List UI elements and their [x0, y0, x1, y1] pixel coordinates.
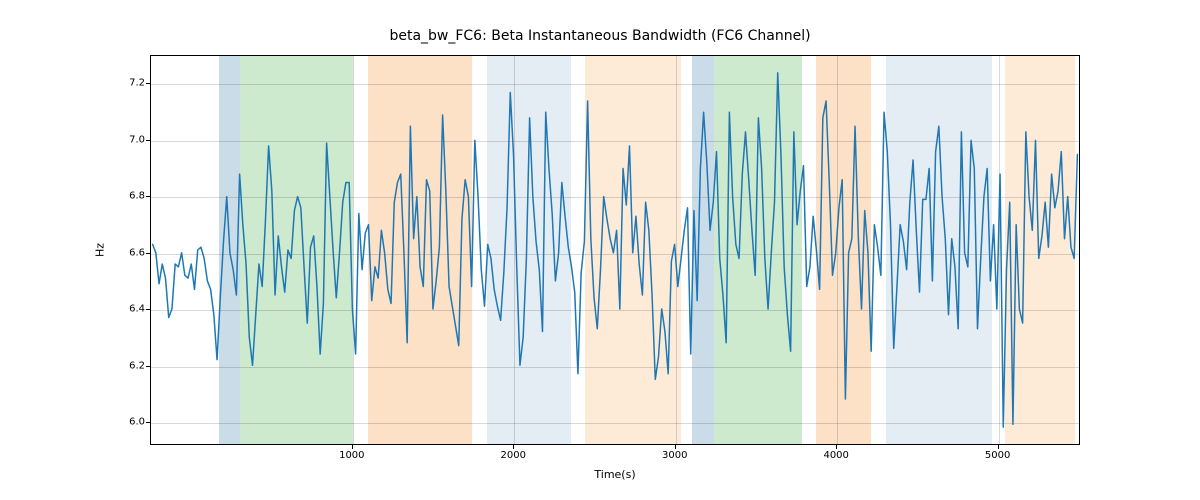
y-tickmark	[146, 366, 150, 367]
series-line	[153, 73, 1078, 427]
x-tickmark	[352, 445, 353, 449]
x-tick-label: 2000	[501, 450, 526, 461]
x-tickmark	[675, 445, 676, 449]
x-tickmark	[998, 445, 999, 449]
x-axis-label: Time(s)	[594, 468, 635, 481]
y-tick-label: 6.0	[105, 417, 145, 428]
y-tickmark	[146, 196, 150, 197]
figure: beta_bw_FC6: Beta Instantaneous Bandwidt…	[0, 0, 1200, 500]
y-tick-label: 6.4	[105, 304, 145, 315]
x-tick-label: 3000	[662, 450, 687, 461]
y-tickmark	[146, 309, 150, 310]
y-tickmark	[146, 422, 150, 423]
y-tick-label: 6.2	[105, 360, 145, 371]
chart-title: beta_bw_FC6: Beta Instantaneous Bandwidt…	[0, 28, 1200, 44]
x-tickmark	[513, 445, 514, 449]
x-tick-label: 4000	[823, 450, 848, 461]
y-tick-label: 7.0	[105, 134, 145, 145]
line-series	[151, 56, 1079, 444]
y-tick-label: 6.8	[105, 191, 145, 202]
y-tick-label: 7.2	[105, 78, 145, 89]
x-tickmark	[836, 445, 837, 449]
y-tick-label: 6.6	[105, 247, 145, 258]
x-tick-label: 5000	[985, 450, 1010, 461]
y-tickmark	[146, 83, 150, 84]
y-tickmark	[146, 140, 150, 141]
x-tick-label: 1000	[339, 450, 364, 461]
y-tickmark	[146, 253, 150, 254]
plot-area	[150, 55, 1080, 445]
